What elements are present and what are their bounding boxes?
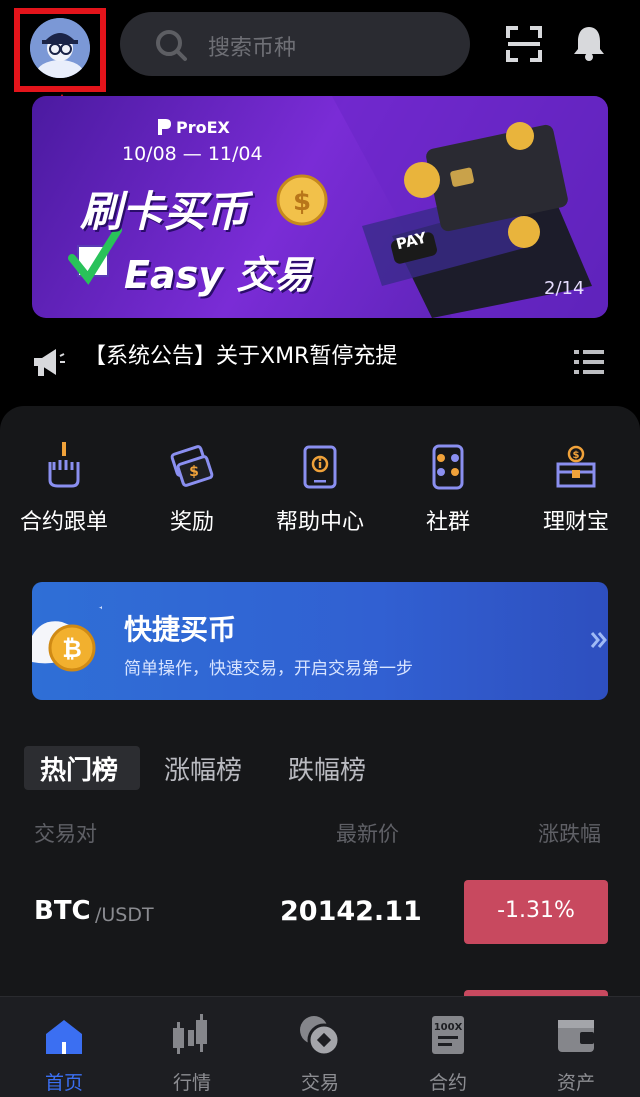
contract-document-icon: 100X [432, 1016, 464, 1054]
wallet-icon [558, 1020, 594, 1052]
shortcut-wealth[interactable]: $ 理财宝 [512, 440, 640, 544]
list-menu-icon[interactable] [574, 348, 604, 376]
banner-date-range: 10/08 — 11/04 [122, 143, 263, 165]
nav-assets[interactable]: 资产 [512, 1000, 640, 1096]
annotation-highlight-box [14, 8, 106, 92]
home-icon [46, 1020, 82, 1054]
banner-subline: Easy 交易 [124, 253, 313, 297]
svg-text:₿: ₿ [62, 635, 82, 663]
nav-label: 资产 [556, 1072, 595, 1094]
nav-home[interactable]: 首页 [0, 1000, 128, 1096]
svg-text:100X: 100X [434, 1022, 463, 1033]
help-tablet-icon [303, 445, 337, 489]
svg-text:$: $ [189, 464, 199, 480]
hand-chart-icon [48, 442, 80, 488]
tab-losers[interactable]: 跌幅榜 [288, 750, 366, 787]
shortcut-copy-trading[interactable]: 合约跟单 [0, 440, 128, 544]
shortcut-community[interactable]: 社群 [384, 440, 512, 544]
quick-buy-title: 快捷买币 [124, 613, 237, 646]
banner-brand: ProEX [176, 118, 230, 137]
shortcut-rewards[interactable]: $ 奖励 [128, 440, 256, 544]
shortcut-label: 帮助中心 [275, 510, 364, 535]
tab-gainers[interactable]: 涨幅榜 [164, 750, 242, 787]
announcement-text[interactable]: 【系统公告】关于XMR暂停充提 [84, 338, 397, 370]
candlestick-icon [173, 1014, 207, 1054]
nav-market[interactable]: 行情 [128, 1000, 256, 1096]
treasure-chest-icon: $ [556, 445, 596, 488]
shortcut-label: 理财宝 [542, 510, 609, 535]
nav-label: 行情 [172, 1072, 211, 1094]
scan-icon[interactable] [506, 26, 542, 62]
bitcoin-coin-icon: ₿ ✦ [32, 601, 102, 672]
shortcut-label: 社群 [425, 510, 470, 535]
trade-coins-icon [300, 1016, 341, 1057]
svg-text:$: $ [293, 187, 311, 217]
search-icon [156, 30, 187, 61]
banner-headline: 刷卡买币 [80, 187, 249, 236]
nav-label: 合约 [428, 1072, 467, 1094]
search-placeholder: 搜索币种 [208, 36, 297, 61]
tab-hot[interactable]: 热门榜 [40, 750, 118, 787]
pair-quote: /USDT [95, 904, 154, 926]
nav-label: 交易 [300, 1072, 339, 1094]
shortcut-label: 合约跟单 [19, 510, 108, 535]
nav-contract[interactable]: 100X 合约 [384, 1000, 512, 1096]
change-value: -1.31% [497, 898, 575, 923]
reward-ticket-icon: $ [170, 445, 214, 487]
megaphone-icon [34, 349, 65, 376]
shortcut-help-center[interactable]: 帮助中心 [256, 440, 384, 544]
last-price: 20142.11 [280, 896, 422, 927]
quick-buy-card[interactable] [32, 582, 608, 700]
column-header-pair: 交易对 [34, 822, 97, 846]
pair-base: BTC [34, 896, 91, 926]
nav-trade[interactable]: 交易 [256, 1000, 384, 1096]
column-header-price: 最新价 [336, 822, 399, 846]
double-chevron-right-icon [590, 632, 607, 648]
svg-text:$: $ [573, 450, 580, 461]
proex-logo-icon [158, 119, 171, 135]
banner-page-indicator: 2/14 [544, 278, 585, 299]
svg-text:✦: ✦ [98, 601, 102, 615]
nav-label: 首页 [44, 1072, 83, 1094]
shortcut-label: 奖励 [169, 510, 214, 535]
column-header-change: 涨跌幅 [538, 822, 601, 846]
bell-icon[interactable] [570, 24, 608, 62]
quick-buy-subtitle: 简单操作，快速交易，开启交易第一步 [124, 659, 413, 679]
social-apps-icon [432, 444, 464, 490]
